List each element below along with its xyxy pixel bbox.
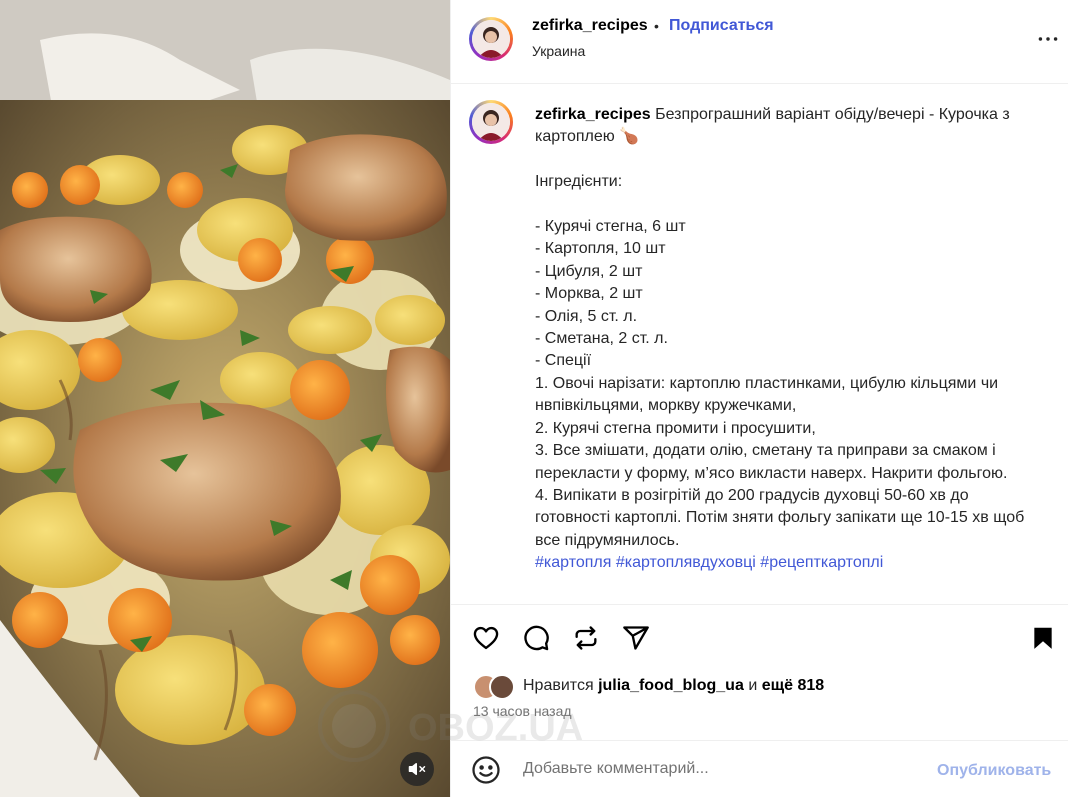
liker-avatars[interactable] — [473, 673, 517, 700]
post-header: zefirka_recipes • Подписаться Украина — [451, 0, 1068, 84]
more-horizontal-icon — [1038, 37, 1058, 41]
header-separator: • — [654, 18, 659, 34]
comment-bar: Опубликовать — [451, 740, 1068, 797]
emoji-button[interactable] — [471, 755, 501, 785]
like-button[interactable] — [469, 621, 503, 655]
heart-icon — [473, 626, 499, 650]
post-username[interactable]: zefirka_recipes — [532, 17, 648, 35]
bookmark-icon — [1034, 627, 1052, 649]
repost-icon — [575, 626, 597, 650]
comment-button[interactable] — [519, 621, 553, 655]
post-actions — [451, 604, 1068, 674]
emoji-icon — [472, 756, 500, 784]
mute-button[interactable] — [400, 752, 434, 786]
likes-summary: Нравится julia_food_blog_ua и ещё 818 — [473, 672, 824, 700]
avatar-image — [472, 20, 510, 58]
post-location[interactable]: Украина — [532, 43, 585, 59]
likes-connector: и — [748, 677, 758, 694]
caption-hashtags[interactable]: #картопля #картоплявдуховці #рецепткарто… — [535, 554, 883, 571]
caption-text: Безпрограшний варіант обіду/вечері - Кур… — [535, 106, 1025, 549]
likes-others-link[interactable]: ещё 818 — [762, 677, 824, 695]
publish-button[interactable]: Опубликовать — [937, 762, 1051, 780]
volume-muted-icon — [408, 763, 426, 775]
send-icon — [623, 626, 649, 650]
post-media[interactable] — [0, 0, 450, 797]
save-button[interactable] — [1026, 621, 1060, 655]
repost-button[interactable] — [569, 621, 603, 655]
caption-avatar-image — [472, 103, 510, 141]
food-photo — [0, 0, 450, 797]
share-button[interactable] — [619, 621, 653, 655]
more-options-button[interactable] — [1035, 26, 1061, 52]
likes-user-link[interactable]: julia_food_blog_ua — [598, 677, 744, 695]
caption-username[interactable]: zefirka_recipes — [535, 106, 651, 123]
caption-section: zefirka_recipes Безпрограшний варіант об… — [451, 84, 1068, 604]
caption-avatar[interactable] — [469, 100, 513, 144]
post-panel: zefirka_recipes • Подписаться Украина ze… — [450, 0, 1068, 797]
avatar[interactable] — [469, 17, 513, 61]
likes-prefix: Нравится — [523, 677, 594, 694]
liker-avatar — [489, 674, 515, 700]
post-timestamp[interactable]: 13 часов назад — [473, 703, 572, 719]
comment-icon — [524, 625, 549, 651]
comment-input[interactable] — [521, 759, 825, 779]
follow-button[interactable]: Подписаться — [669, 17, 774, 35]
post-caption: zefirka_recipes Безпрограшний варіант об… — [535, 104, 1047, 575]
